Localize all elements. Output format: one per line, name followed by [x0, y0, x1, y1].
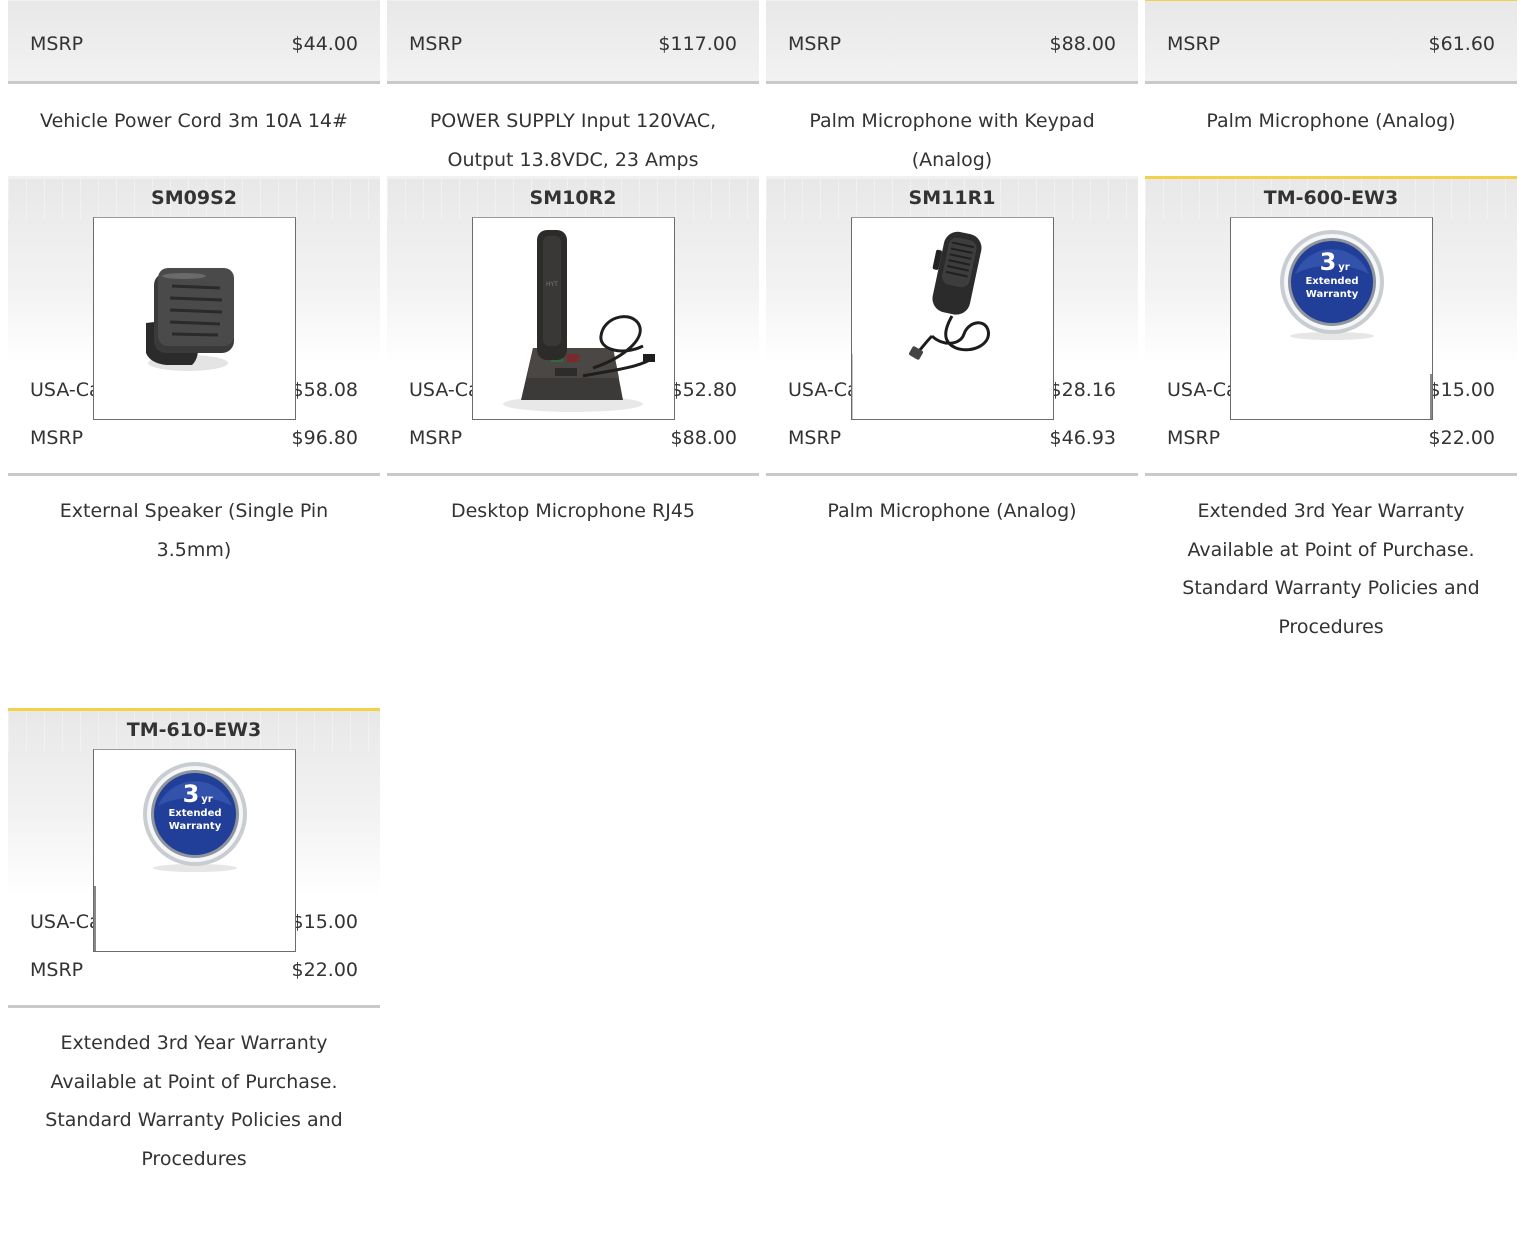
badge-number: 3 [182, 780, 199, 808]
msrp-price: $22.00 [291, 959, 358, 981]
msrp-price: $61.60 [1428, 33, 1495, 55]
msrp-label: MSRP [1167, 33, 1221, 55]
msrp-row: MSRP $22.00 [1145, 415, 1517, 462]
external-speaker-image [125, 218, 262, 419]
product-description: External Speaker (Single Pin 3.5mm) [59, 500, 329, 561]
product-description: Vehicle Power Cord 3m 10A 14# [40, 110, 348, 132]
product-sku[interactable]: SM10R2 [387, 179, 759, 217]
msrp-label: MSRP [788, 33, 842, 55]
msrp-row: MSRP $46.93 [766, 415, 1138, 462]
msrp-row: MSRP $61.60 [1145, 0, 1517, 81]
extended-warranty-badge: 3 yr Extended Warranty [93, 762, 247, 951]
dealer-price: $15.00 [291, 911, 358, 933]
msrp-label: MSRP [1167, 427, 1221, 449]
badge-line-1: Extended [168, 808, 221, 819]
product-card[interactable]: SM11R1 USA-Canada $28.16 MSRP $46.93 Pal… [766, 176, 1138, 531]
msrp-label: MSRP [409, 427, 463, 449]
product-card-header: SM10R2 HYT [387, 176, 759, 420]
product-description: Extended 3rd Year Warranty Available at … [1182, 500, 1480, 638]
product-description: Extended 3rd Year Warranty Available at … [45, 1032, 343, 1170]
product-card-header: SM09S2 [8, 176, 380, 420]
product-description: Palm Microphone (Analog) [1206, 110, 1456, 132]
product-card-header: TM-610-EW3 3 yr Extended Warranty [8, 708, 380, 952]
badge-line-2: Warranty [168, 821, 221, 832]
msrp-row: MSRP $44.00 [8, 0, 380, 81]
badge-line-1: Extended [1305, 276, 1358, 287]
svg-text:HYT: HYT [546, 281, 558, 288]
product-sku[interactable]: SM09S2 [8, 179, 380, 217]
product-description: POWER SUPPLY Input 120VAC, Output 13.8VD… [429, 110, 717, 171]
product-card-partial: MSRP $88.00 Palm Microphone with Keypad … [766, 0, 1138, 179]
msrp-row: MSRP $117.00 [387, 0, 759, 81]
msrp-label: MSRP [30, 33, 84, 55]
product-thumbnail[interactable]: 3 yr Extended Warranty [92, 749, 296, 952]
product-card[interactable]: TM-610-EW3 3 yr Extended Warranty USA-Ca… [8, 708, 380, 1178]
product-sku[interactable]: SM11R1 [766, 179, 1138, 217]
msrp-price: $44.00 [291, 33, 358, 55]
msrp-row: MSRP $88.00 [387, 415, 759, 462]
msrp-row: MSRP $88.00 [766, 0, 1138, 81]
dealer-price: $15.00 [1428, 379, 1495, 401]
msrp-row: MSRP $22.00 [8, 947, 380, 994]
msrp-label: MSRP [30, 959, 84, 981]
product-thumbnail[interactable]: HYT [471, 217, 675, 420]
product-card[interactable]: SM10R2 HYT USA-Canada Dealer $52.80 [387, 176, 759, 531]
badge-yr: yr [1338, 262, 1350, 273]
msrp-label: MSRP [788, 427, 842, 449]
product-card-partial: MSRP $44.00 Vehicle Power Cord 3m 10A 14… [8, 0, 380, 141]
product-card-partial: MSRP $61.60 Palm Microphone (Analog) [1145, 0, 1517, 141]
product-card-header: TM-600-EW3 3 yr Extended Warranty [1145, 176, 1517, 420]
msrp-price: $88.00 [1049, 33, 1116, 55]
product-thumbnail[interactable] [92, 217, 296, 420]
msrp-price: $22.00 [1428, 427, 1495, 449]
product-description: Palm Microphone with Keypad (Analog) [809, 110, 1095, 171]
product-card-partial: MSRP $117.00 POWER SUPPLY Input 120VAC, … [387, 0, 759, 179]
product-card[interactable]: SM09S2 USA-Canada Dealer $ [8, 176, 380, 569]
product-card[interactable]: TM-600-EW3 3 yr Extended Warranty USA-Ca… [1145, 176, 1517, 646]
msrp-label: MSRP [409, 33, 463, 55]
product-description: Palm Microphone (Analog) [827, 500, 1077, 522]
dealer-price: $28.16 [1049, 379, 1116, 401]
msrp-price: $46.93 [1049, 427, 1116, 449]
product-sku[interactable]: TM-600-EW3 [1145, 179, 1517, 217]
dealer-price: $58.08 [291, 379, 358, 401]
msrp-price: $117.00 [658, 33, 737, 55]
product-thumbnail[interactable] [850, 217, 1054, 420]
palm-microphone-image [851, 218, 1053, 419]
badge-number: 3 [1319, 248, 1336, 276]
dealer-price: $52.80 [670, 379, 737, 401]
badge-yr: yr [201, 794, 213, 805]
product-sku[interactable]: TM-610-EW3 [8, 711, 380, 749]
product-thumbnail[interactable]: 3 yr Extended Warranty [1229, 217, 1433, 420]
badge-line-2: Warranty [1305, 289, 1358, 300]
desktop-microphone-image: HYT [502, 230, 655, 412]
msrp-price: $88.00 [670, 427, 737, 449]
extended-warranty-badge: 3 yr Extended Warranty [1279, 230, 1432, 419]
msrp-price: $96.80 [291, 427, 358, 449]
msrp-row: MSRP $96.80 [8, 415, 380, 462]
product-card-header: SM11R1 [766, 176, 1138, 420]
msrp-label: MSRP [30, 427, 84, 449]
product-description: Desktop Microphone RJ45 [450, 500, 695, 522]
